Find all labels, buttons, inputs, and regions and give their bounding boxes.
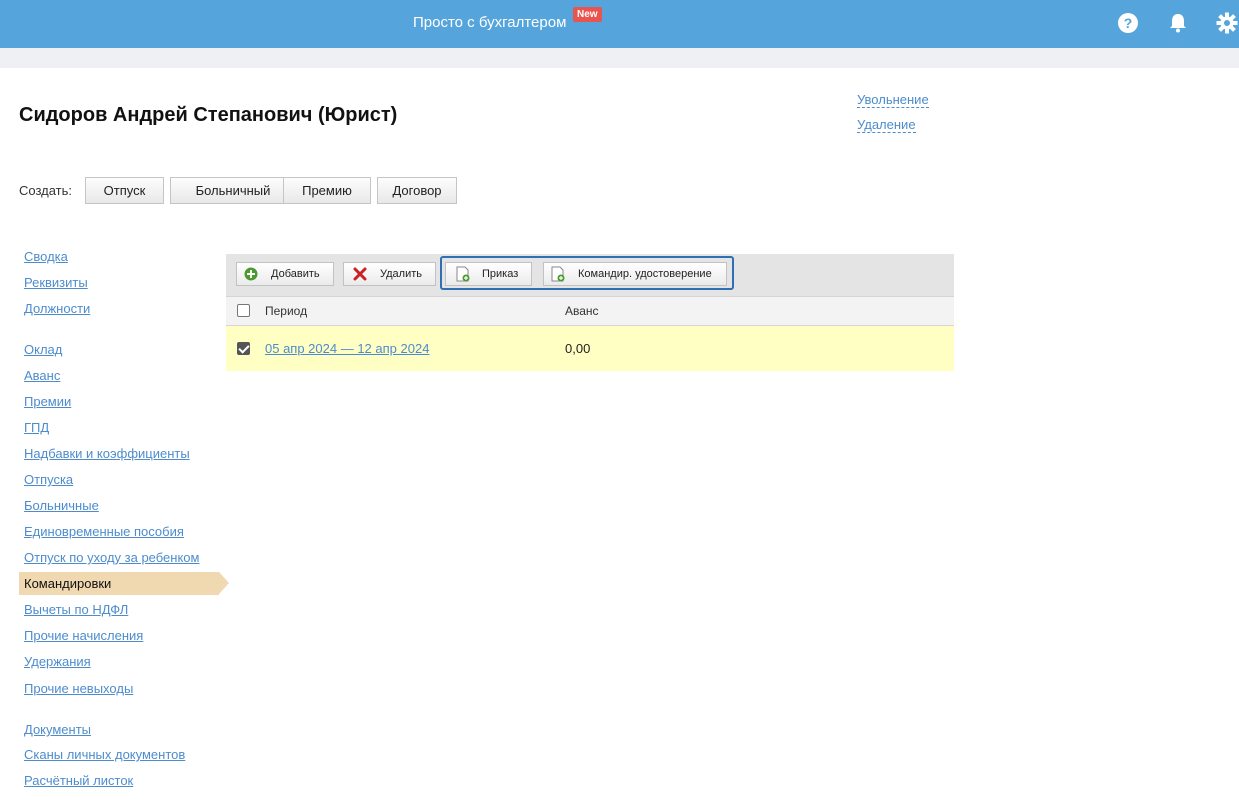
dismiss-link[interactable]: Увольнение: [857, 92, 929, 108]
delete-button-label: Удалить: [380, 268, 422, 280]
create-bonus-button[interactable]: Премию: [283, 177, 371, 204]
nav-item-withholdings[interactable]: Удержания: [19, 653, 219, 675]
add-button-label: Добавить: [271, 268, 320, 280]
sub-bar: [0, 48, 1239, 68]
create-vacation-button[interactable]: Отпуск: [85, 177, 164, 204]
create-contract-button[interactable]: Договор: [377, 177, 457, 204]
delete-button[interactable]: Удалить: [343, 262, 436, 286]
nav-item-advance[interactable]: Аванс: [19, 367, 219, 389]
app-title[interactable]: Просто с бухгалтером: [413, 14, 566, 31]
column-period[interactable]: Период: [265, 304, 307, 318]
select-all-checkbox[interactable]: [237, 304, 250, 317]
bell-icon[interactable]: [1167, 12, 1189, 34]
nav-item-business-trips[interactable]: Командировки: [19, 572, 219, 595]
delete-employee-link[interactable]: Удаление: [857, 117, 916, 133]
nav-item-other-absences[interactable]: Прочие невыходы: [19, 680, 219, 702]
grid-toolbar: Добавить Удалить Приказ Командир. удосто…: [226, 254, 954, 296]
nav-item-salary[interactable]: Оклад: [19, 341, 219, 363]
column-advance[interactable]: Аванс: [565, 304, 599, 318]
nav-item-parental-leave[interactable]: Отпуск по уходу за ребенком: [19, 549, 219, 571]
nav-item-vacations[interactable]: Отпуска: [19, 471, 219, 493]
gear-icon[interactable]: [1216, 12, 1238, 34]
nav-item-allowances[interactable]: Надбавки и коэффициенты: [19, 445, 219, 467]
row-checkbox[interactable]: [237, 342, 250, 355]
svg-text:?: ?: [1124, 15, 1133, 31]
help-icon[interactable]: ?: [1117, 12, 1139, 34]
add-icon: [244, 267, 258, 281]
nav-item-positions[interactable]: Должности: [19, 300, 219, 322]
active-nav-arrow: [219, 572, 229, 594]
add-button[interactable]: Добавить: [236, 262, 334, 286]
create-sick-leave-button[interactable]: Больничный: [170, 177, 296, 204]
top-bar: Просто с бухгалтером New ?: [0, 0, 1239, 48]
nav-item-bonuses[interactable]: Премии: [19, 393, 219, 415]
nav-item-document-scans[interactable]: Сканы личных документов: [19, 746, 219, 768]
nav-item-ndfl-deductions[interactable]: Вычеты по НДФЛ: [19, 601, 219, 623]
nav-item-summary[interactable]: Сводка: [19, 248, 219, 270]
advance-value: 0,00: [565, 341, 591, 356]
nav-item-sick-leaves[interactable]: Больничные: [19, 497, 219, 519]
table-row[interactable]: 05 апр 2024 — 12 апр 2024 0,00: [226, 326, 954, 371]
highlight-frame: [440, 256, 734, 290]
nav-item-other-accruals[interactable]: Прочие начисления: [19, 627, 219, 649]
table-header: Период Аванс: [226, 296, 954, 326]
create-label: Создать:: [19, 183, 73, 198]
employee-actions: Увольнение Удаление: [857, 92, 929, 142]
delete-icon: [353, 267, 367, 281]
new-badge: New: [573, 7, 602, 22]
period-link[interactable]: 05 апр 2024 — 12 апр 2024: [265, 341, 429, 356]
nav-item-documents[interactable]: Документы: [19, 721, 219, 743]
nav-item-details[interactable]: Реквизиты: [19, 274, 219, 296]
page-title: Сидоров Андрей Степанович (Юрист): [19, 104, 398, 126]
nav-item-payslip[interactable]: Расчётный листок: [19, 772, 219, 794]
nav-item-lump-sum-benefits[interactable]: Единовременные пособия: [19, 523, 219, 545]
nav-item-gpd[interactable]: ГПД: [19, 419, 219, 441]
